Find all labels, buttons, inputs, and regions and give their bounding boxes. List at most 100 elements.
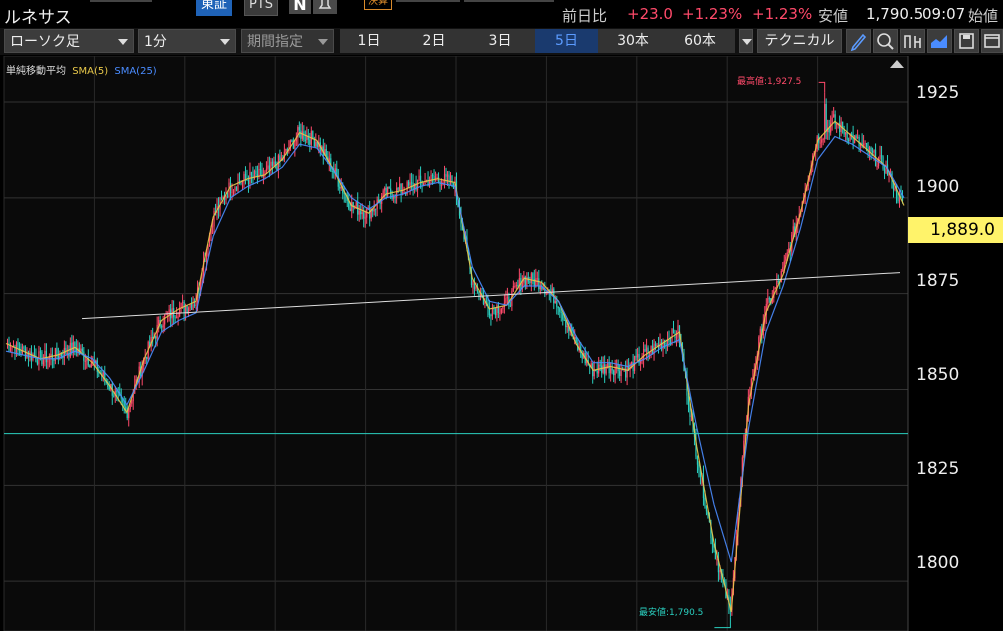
save-icon[interactable] xyxy=(954,29,979,53)
candle-body xyxy=(409,182,411,186)
scroll-up-icon[interactable] xyxy=(890,60,904,68)
candle-body xyxy=(192,304,194,310)
area-chart-icon-graphic xyxy=(931,35,947,48)
zoom-icon[interactable] xyxy=(873,29,898,53)
candle-body xyxy=(605,367,607,374)
tab-30-bars[interactable]: 30本 xyxy=(602,29,664,53)
pen-icon-graphic xyxy=(850,33,867,52)
tab-3d[interactable]: 3日 xyxy=(468,29,532,53)
candle-body xyxy=(677,325,679,338)
y-tick-label: 1875 xyxy=(916,271,960,291)
earnings-badge[interactable]: 決算 xyxy=(364,0,392,10)
candle-body xyxy=(767,298,769,304)
y-tick-label: 1825 xyxy=(916,459,960,479)
candle-body xyxy=(285,148,287,152)
candle-body xyxy=(614,368,616,376)
low-annotation: 最安値:1,790.5 xyxy=(639,608,704,618)
candle-body xyxy=(108,387,110,390)
candle-body xyxy=(645,347,648,352)
candle-body xyxy=(431,174,434,176)
candle-body xyxy=(865,142,868,148)
pts-button[interactable]: PTS xyxy=(244,0,279,16)
candle-body xyxy=(783,260,785,268)
candle-body xyxy=(312,131,314,139)
bell-icon[interactable] xyxy=(313,0,337,14)
candle-body xyxy=(596,370,598,374)
candle-body xyxy=(382,190,384,197)
candle-body xyxy=(361,212,363,215)
candle-body xyxy=(84,360,86,362)
candle-body xyxy=(182,301,184,303)
chart-legend: 単純移動平均 SMA(5) SMA(25) xyxy=(6,62,160,77)
candle-body xyxy=(879,155,881,160)
candle-body xyxy=(848,139,850,141)
candle-body xyxy=(636,354,639,358)
candle-body xyxy=(845,132,847,135)
tab-2d[interactable]: 2日 xyxy=(402,29,466,53)
export-icon-graphic xyxy=(904,35,921,48)
candle-body xyxy=(566,326,568,328)
technical-button[interactable]: テクニカル xyxy=(757,29,842,53)
candle-body xyxy=(698,464,700,471)
candle-body xyxy=(234,187,236,190)
candle-body xyxy=(611,368,613,371)
price-chart[interactable]: 単純移動平均 SMA(5) SMA(25) 最高値:1,927.5 最安値:1,… xyxy=(0,56,1003,631)
change-label: 前日比 xyxy=(562,7,608,25)
chart-grid xyxy=(3,56,909,631)
candle-body xyxy=(195,302,197,306)
candle-body xyxy=(294,141,296,149)
candle-body xyxy=(400,183,402,194)
interval-select[interactable]: 1分 xyxy=(138,29,236,53)
candle-body xyxy=(509,305,511,307)
current-price-tag: 1,889.0 xyxy=(908,217,1003,243)
tab-1d[interactable]: 1日 xyxy=(340,29,398,53)
candle-body xyxy=(830,122,832,133)
chart-canvas[interactable] xyxy=(0,56,1003,631)
candle-body xyxy=(819,142,821,144)
export-icon[interactable] xyxy=(900,29,925,53)
candle-body xyxy=(90,363,92,368)
candle-body xyxy=(716,559,718,561)
candle-body xyxy=(20,350,22,354)
candle-body xyxy=(786,252,788,257)
candle-body xyxy=(604,364,606,374)
tab-5d[interactable]: 5日 xyxy=(535,29,598,53)
candle-body xyxy=(244,173,247,180)
y-tick-label: 1850 xyxy=(916,365,960,385)
candle-body xyxy=(704,497,706,507)
candle-body xyxy=(675,337,678,339)
news-n-icon[interactable]: N xyxy=(289,0,311,14)
exchange-button[interactable]: 東証 xyxy=(196,0,233,16)
candle-body xyxy=(11,347,13,350)
area-chart-icon[interactable] xyxy=(927,29,952,53)
candle-body xyxy=(648,353,651,355)
more-dropdown-button[interactable] xyxy=(739,29,753,53)
chart-toolbar: ローソク足 1分 期間指定 1日 2日 3日 5日 30本 60本 テクニカル xyxy=(0,28,1003,55)
candle-body xyxy=(535,278,537,287)
candle-body xyxy=(36,361,39,365)
candle-body xyxy=(873,149,875,153)
tab-60-bars[interactable]: 60本 xyxy=(668,29,732,53)
candle-body xyxy=(158,319,160,325)
candle-body xyxy=(445,173,447,177)
candle-body xyxy=(654,343,657,347)
window-icon[interactable] xyxy=(981,29,1003,53)
candle-body xyxy=(897,197,899,202)
window-icon-graphic xyxy=(984,34,1000,48)
candle-body xyxy=(608,362,610,374)
period-range-select[interactable]: 期間指定 xyxy=(241,29,334,53)
candle-body xyxy=(123,402,125,407)
candle-body xyxy=(9,349,12,351)
candle-body xyxy=(375,208,377,210)
chart-type-select[interactable]: ローソク足 xyxy=(4,29,134,53)
candle-body xyxy=(834,114,836,125)
candle-body xyxy=(410,182,413,184)
candle-body xyxy=(864,142,866,145)
pen-icon[interactable] xyxy=(846,29,871,53)
candle-body xyxy=(852,134,854,144)
chevron-down-icon xyxy=(118,39,128,45)
candle-body xyxy=(161,326,163,328)
candle-body xyxy=(267,165,269,169)
candle-body xyxy=(113,395,115,397)
candle-body xyxy=(601,365,603,373)
